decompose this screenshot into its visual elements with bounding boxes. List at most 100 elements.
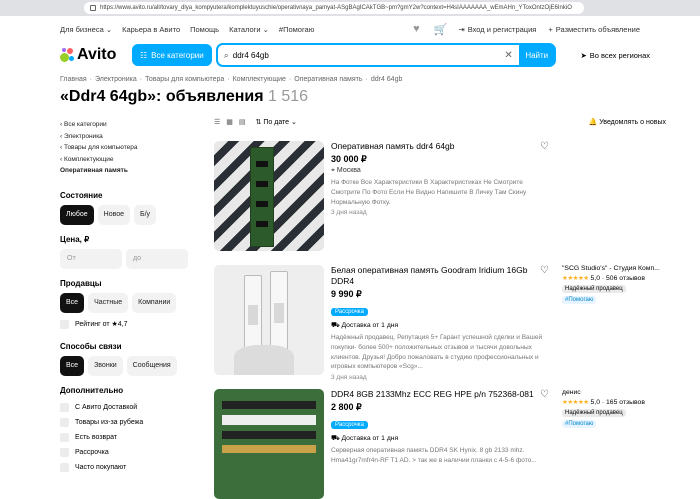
category-link[interactable]: ‹ Электроника — [60, 131, 200, 143]
login-link[interactable]: ⇥ Вход и регистрация — [458, 25, 536, 34]
page-title: «Ddr4 64gb»: объявления 1 516 — [60, 88, 308, 106]
results-toolbar: ☰ ▦ ▤ ⇅ По дате ⌄ 🔔 Уведомлять о новых — [214, 116, 666, 128]
condition-any[interactable]: Любое — [60, 204, 94, 225]
extra-option[interactable]: Рассрочка — [60, 445, 200, 460]
breadcrumb-home[interactable]: Главная — [60, 76, 87, 83]
listing-photo[interactable] — [214, 265, 324, 375]
url-field[interactable]: https://www.avito.ru/all/tovary_dlya_kom… — [84, 2, 584, 14]
listing-title[interactable]: DDR4 8GB 2133Mhz ECC REG HPE p/n 752368-… — [331, 389, 546, 400]
listing-title[interactable]: Оперативная память ddr4 64gb — [331, 141, 546, 152]
rating-label: Рейтинг от ★4,7 — [75, 321, 128, 328]
notify-label: Уведомлять о новых — [599, 119, 666, 126]
search-input[interactable] — [228, 46, 505, 64]
extra-option[interactable]: Товары из-за рубежа — [60, 415, 200, 430]
extra-label: С Авито Доставкой — [75, 403, 138, 411]
condition-segment: Любое Новое Б/у — [60, 204, 200, 225]
seller-reviews[interactable]: 506 отзывов — [606, 275, 645, 282]
listing-delivery: ⛟ Доставка от 1 дня — [331, 321, 546, 330]
listing-photo[interactable] — [214, 389, 324, 499]
favorite-heart-icon[interactable]: ♡ — [540, 141, 549, 152]
avito-logo[interactable]: Avito — [60, 46, 132, 64]
post-ad-link[interactable]: + Разместить объявление — [548, 25, 640, 34]
extra-label: Товары из-за рубежа — [75, 418, 144, 426]
listing-photo[interactable] — [214, 141, 324, 251]
sellers-title: Продавцы — [60, 278, 102, 288]
listing-date: 3 дня назад — [331, 374, 367, 382]
price-from-input[interactable]: От — [60, 248, 122, 269]
listing-card[interactable]: Оперативная память ddr4 64gb 30 000 ₽ ⌖ … — [214, 141, 666, 253]
extra-option[interactable]: Есть возврат — [60, 430, 200, 445]
cart-icon[interactable]: 🛒 — [434, 23, 448, 36]
favorite-heart-icon[interactable]: ♡ — [540, 389, 549, 400]
breadcrumb-electronics[interactable]: Электроника — [95, 76, 137, 83]
contact-all[interactable]: Все — [60, 355, 85, 376]
list-view-icon[interactable]: ☰ — [214, 118, 220, 126]
listing-card[interactable]: DDR4 8GB 2133Mhz ECC REG HPE p/n 752368-… — [214, 389, 666, 499]
favorite-heart-icon[interactable]: ♡ — [540, 265, 549, 276]
header: Avito ☷ Все категории ⌕ ✕ Найти ➤ Во все… — [60, 42, 650, 68]
category-link[interactable]: ‹ Товары для компьютера — [60, 142, 200, 154]
plus-icon: + — [548, 24, 553, 34]
category-link[interactable]: ‹ Комплектующие — [60, 154, 200, 166]
reliable-seller-badge: Надёжный продавец — [562, 409, 626, 417]
page-title-text: «Ddr4 64gb»: объявления — [60, 88, 264, 105]
extra-option[interactable]: Часто покупают — [60, 460, 200, 475]
contact-calls[interactable]: Звонки — [88, 355, 123, 376]
extra-checkbox[interactable] — [60, 402, 69, 412]
seller-name[interactable]: денис — [562, 389, 666, 396]
notify-button[interactable]: 🔔 Уведомлять о новых — [589, 118, 666, 126]
sellers-companies[interactable]: Компании — [132, 292, 177, 313]
rating-filter[interactable]: Рейтинг от ★4,7 — [60, 317, 200, 332]
delivery-icon: ⛟ — [331, 435, 340, 442]
sort-dropdown[interactable]: ⇅ По дате ⌄ — [256, 118, 297, 126]
nav-career[interactable]: Карьера в Авито — [122, 25, 180, 34]
help-badge: #Помогаю — [562, 420, 597, 428]
extra-checkbox[interactable] — [60, 417, 69, 427]
search-box: ⌕ ✕ Найти — [215, 43, 556, 67]
nav-business[interactable]: Для бизнеса ⌄ — [60, 25, 112, 34]
clear-icon[interactable]: ✕ — [504, 50, 512, 61]
breadcrumb-separator: · — [89, 76, 92, 83]
seller-name[interactable]: "SCG Studio's" - Студия Комп... — [562, 265, 666, 272]
grid-view-icon[interactable]: ▦ — [226, 118, 233, 126]
breadcrumb-ram[interactable]: Оперативная память — [294, 76, 362, 83]
extra-checkbox[interactable] — [60, 462, 69, 472]
category-link[interactable]: ‹ Все категории — [60, 119, 200, 131]
menu-icon: ☷ — [140, 50, 148, 60]
nav-catalogs[interactable]: Каталоги ⌄ — [229, 25, 269, 34]
contact-segment: Все Звонки Сообщения — [60, 355, 200, 376]
listing-title[interactable]: Белая оперативная память Goodram Iridium… — [331, 265, 546, 287]
installment-badge: Рассрочка — [331, 421, 368, 429]
browser-address-bar: https://www.avito.ru/all/tovary_dlya_kom… — [0, 0, 700, 16]
map-view-icon[interactable]: ▤ — [239, 118, 246, 126]
seller-rating: 5,0 — [590, 399, 600, 406]
listing-card[interactable]: Белая оперативная память Goodram Iridium… — [214, 265, 666, 381]
listing-price: 2 800 ₽ — [331, 402, 362, 412]
condition-new[interactable]: Новое — [97, 204, 131, 225]
sellers-private[interactable]: Частные — [88, 292, 129, 313]
extra-checkbox[interactable] — [60, 447, 69, 457]
breadcrumb-computer-goods[interactable]: Товары для компьютера — [145, 76, 224, 83]
find-button[interactable]: Найти — [518, 44, 555, 66]
extra-checkbox[interactable] — [60, 432, 69, 442]
rating-checkbox[interactable] — [60, 319, 69, 329]
region-selector[interactable]: ➤ Во всех регионах — [580, 51, 650, 60]
all-categories-button[interactable]: ☷ Все категории — [132, 44, 212, 66]
price-to-input[interactable]: до — [126, 248, 188, 269]
contact-messages[interactable]: Сообщения — [126, 355, 177, 376]
listing-date: 3 дня назад — [331, 209, 367, 217]
lock-icon — [90, 5, 96, 11]
extra-option[interactable]: С Авито Доставкой — [60, 400, 200, 415]
nav-pomogayu[interactable]: #Помогаю — [279, 25, 314, 34]
nav-help[interactable]: Помощь — [190, 25, 219, 34]
breadcrumb-components[interactable]: Комплектующие — [233, 76, 286, 83]
results-count: 1 516 — [268, 88, 309, 105]
listing-location: ⌖ Москва — [331, 167, 546, 175]
seller-info: "SCG Studio's" - Студия Комп... ★★★★★ 5,… — [562, 265, 666, 304]
seller-reviews[interactable]: 165 отзывов — [606, 399, 645, 406]
sellers-all[interactable]: Все — [60, 292, 85, 313]
favorites-heart-icon[interactable]: ♥ — [410, 23, 422, 35]
reliable-seller-badge: Надёжный продавец — [562, 285, 626, 293]
condition-used[interactable]: Б/у — [134, 204, 157, 225]
price-range: От до — [60, 248, 200, 269]
